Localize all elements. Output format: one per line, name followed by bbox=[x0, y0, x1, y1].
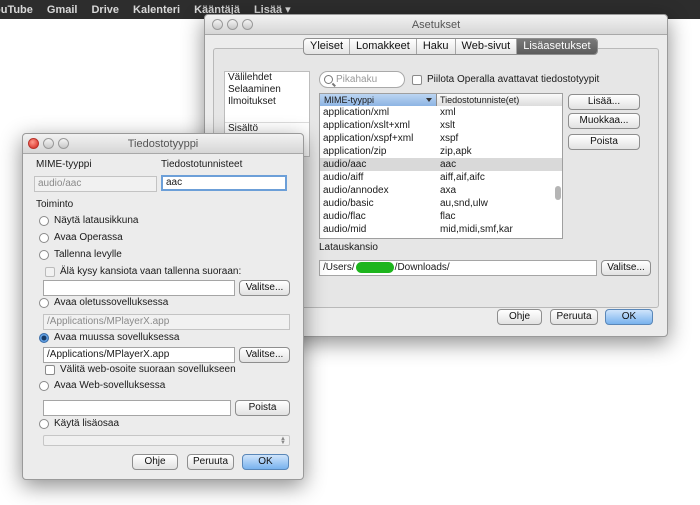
add-button[interactable]: Lisää... bbox=[568, 94, 640, 110]
hide-types-row: Piilota Operalla avattavat tiedostotyypi… bbox=[412, 74, 599, 85]
save-to-disk-radio[interactable] bbox=[39, 249, 49, 260]
option-save-to-disk[interactable]: Tallenna levylle bbox=[39, 249, 122, 260]
column-header-mime[interactable]: MIME-tyyppi bbox=[320, 94, 437, 106]
settings-title: Asetukset bbox=[411, 19, 461, 31]
option-show-dialog[interactable]: Näytä latausikkuna bbox=[39, 215, 139, 226]
gbar-link-calendar[interactable]: Kalenteri bbox=[133, 4, 180, 16]
web-app-delete-button[interactable]: Poista bbox=[235, 400, 290, 416]
gbar-link-gmail[interactable]: Gmail bbox=[47, 4, 78, 16]
plugin-select: ▲ ▼ bbox=[43, 435, 290, 446]
close-window-button[interactable] bbox=[28, 138, 39, 149]
close-window-button[interactable] bbox=[212, 19, 223, 30]
zoom-window-button[interactable] bbox=[242, 19, 253, 30]
default-app-path: /Applications/MPlayerX.app bbox=[43, 314, 290, 330]
mime-type-field: audio/aac bbox=[34, 176, 157, 192]
tab-general[interactable]: Yleiset bbox=[304, 39, 351, 54]
table-row-selected[interactable]: audio/aac aac bbox=[320, 158, 562, 171]
tab-advanced[interactable]: Lisäasetukset bbox=[517, 39, 597, 54]
option-open-other[interactable]: Avaa muussa sovelluksessa bbox=[39, 332, 179, 343]
sort-arrow-icon bbox=[426, 98, 432, 102]
zoom-window-button[interactable] bbox=[58, 138, 69, 149]
save-folder-field[interactable] bbox=[43, 280, 235, 296]
quick-search-input[interactable]: Pikahaku bbox=[319, 71, 405, 88]
minimize-window-button[interactable] bbox=[227, 19, 238, 30]
option-open-default[interactable]: Avaa oletussovelluksessa bbox=[39, 297, 168, 308]
table-row[interactable]: audio/aiff aiff,aif,aifc bbox=[320, 171, 562, 184]
tab-forms[interactable]: Lomakkeet bbox=[350, 39, 417, 54]
sidebar-item-browsing[interactable]: Selaaminen bbox=[225, 84, 309, 96]
download-folder-field[interactable]: /Users//Downloads/ bbox=[319, 260, 597, 276]
search-placeholder: Pikahaku bbox=[336, 74, 378, 85]
gbar-link-youtube[interactable]: ouTube bbox=[0, 4, 33, 16]
open-default-radio[interactable] bbox=[39, 297, 49, 308]
minimize-window-button[interactable] bbox=[43, 138, 54, 149]
extensions-field[interactable]: aac bbox=[161, 175, 287, 191]
table-row[interactable]: application/xml xml bbox=[320, 106, 562, 119]
tab-websites[interactable]: Web-sivut bbox=[456, 39, 518, 54]
filetype-cancel-button[interactable]: Peruuta bbox=[187, 454, 234, 470]
filetype-help-button[interactable]: Ohje bbox=[132, 454, 178, 470]
open-in-opera-radio[interactable] bbox=[39, 232, 49, 243]
table-row[interactable]: application/xslt+xml xslt bbox=[320, 119, 562, 132]
other-app-path-field[interactable]: /Applications/MPlayerX.app bbox=[43, 347, 235, 363]
use-plugin-radio[interactable] bbox=[39, 418, 49, 429]
gbar-link-drive[interactable]: Drive bbox=[91, 4, 119, 16]
filetype-titlebar: Tiedostotyyppi bbox=[23, 134, 303, 154]
option-open-web-app[interactable]: Avaa Web-sovelluksessa bbox=[39, 380, 165, 391]
show-dialog-radio[interactable] bbox=[39, 215, 49, 226]
extensions-label: Tiedostotunnisteet bbox=[161, 159, 243, 170]
hide-types-label: Piilota Operalla avattavat tiedostotyypi… bbox=[427, 74, 600, 85]
table-row[interactable]: application/xspf+xml xspf bbox=[320, 132, 562, 145]
select-arrows-icon: ▲ ▼ bbox=[280, 436, 286, 446]
filetype-ok-button[interactable]: OK bbox=[242, 454, 289, 470]
settings-titlebar: Asetukset bbox=[205, 15, 667, 35]
pass-url-checkbox[interactable] bbox=[45, 364, 55, 375]
save-folder-browse-button[interactable]: Valitse... bbox=[239, 280, 290, 296]
redacted-username bbox=[355, 261, 394, 273]
dont-ask-checkbox bbox=[45, 266, 55, 277]
settings-tabs: Yleiset Lomakkeet Haku Web-sivut Lisäase… bbox=[303, 38, 598, 55]
scrollbar-thumb[interactable] bbox=[555, 186, 561, 200]
action-label: Toiminto bbox=[36, 199, 74, 210]
search-icon bbox=[324, 75, 333, 84]
delete-button[interactable]: Poista bbox=[568, 134, 640, 150]
download-folder-label: Latauskansio bbox=[319, 242, 378, 253]
column-header-extensions[interactable]: Tiedostotunniste(et) bbox=[437, 94, 562, 106]
open-other-radio[interactable] bbox=[39, 332, 49, 343]
edit-button[interactable]: Muokkaa... bbox=[568, 113, 640, 129]
file-type-window: Tiedostotyyppi MIME-tyyppi Tiedostotunni… bbox=[22, 133, 304, 480]
table-row[interactable]: audio/annodex axa bbox=[320, 184, 562, 197]
mime-type-table[interactable]: MIME-tyyppi Tiedostotunniste(et) applica… bbox=[319, 93, 563, 239]
open-web-app-radio[interactable] bbox=[39, 380, 49, 391]
filetype-title: Tiedostotyyppi bbox=[127, 138, 199, 150]
table-row[interactable]: audio/basic au,snd,ulw bbox=[320, 197, 562, 210]
option-dont-ask: Älä kysy kansiota vaan tallenna suoraan: bbox=[45, 266, 241, 277]
settings-ok-button[interactable]: OK bbox=[605, 309, 653, 325]
sidebar-item-tabs[interactable]: Välilehdet bbox=[225, 72, 309, 84]
mime-type-label: MIME-tyyppi bbox=[36, 159, 92, 170]
sidebar-item-notifications[interactable]: Ilmoitukset bbox=[225, 96, 309, 108]
option-open-in-opera[interactable]: Avaa Operassa bbox=[39, 232, 123, 243]
option-pass-url[interactable]: Välitä web-osoite suoraan sovellukseen bbox=[45, 364, 236, 375]
web-app-field[interactable] bbox=[43, 400, 231, 416]
hide-types-checkbox[interactable] bbox=[412, 74, 422, 85]
table-row[interactable]: audio/flac flac bbox=[320, 210, 562, 223]
other-app-browse-button[interactable]: Valitse... bbox=[239, 347, 290, 363]
table-header: MIME-tyyppi Tiedostotunniste(et) bbox=[320, 94, 562, 106]
table-scrollbar[interactable] bbox=[554, 106, 561, 238]
settings-help-button[interactable]: Ohje bbox=[497, 309, 542, 325]
settings-cancel-button[interactable]: Peruuta bbox=[550, 309, 598, 325]
table-row[interactable]: application/zip zip,apk bbox=[320, 145, 562, 158]
table-row[interactable]: audio/mid mid,midi,smf,kar bbox=[320, 223, 562, 236]
option-use-plugin[interactable]: Käytä lisäosaa bbox=[39, 418, 119, 429]
tab-search[interactable]: Haku bbox=[417, 39, 456, 54]
download-browse-button[interactable]: Valitse... bbox=[601, 260, 651, 276]
